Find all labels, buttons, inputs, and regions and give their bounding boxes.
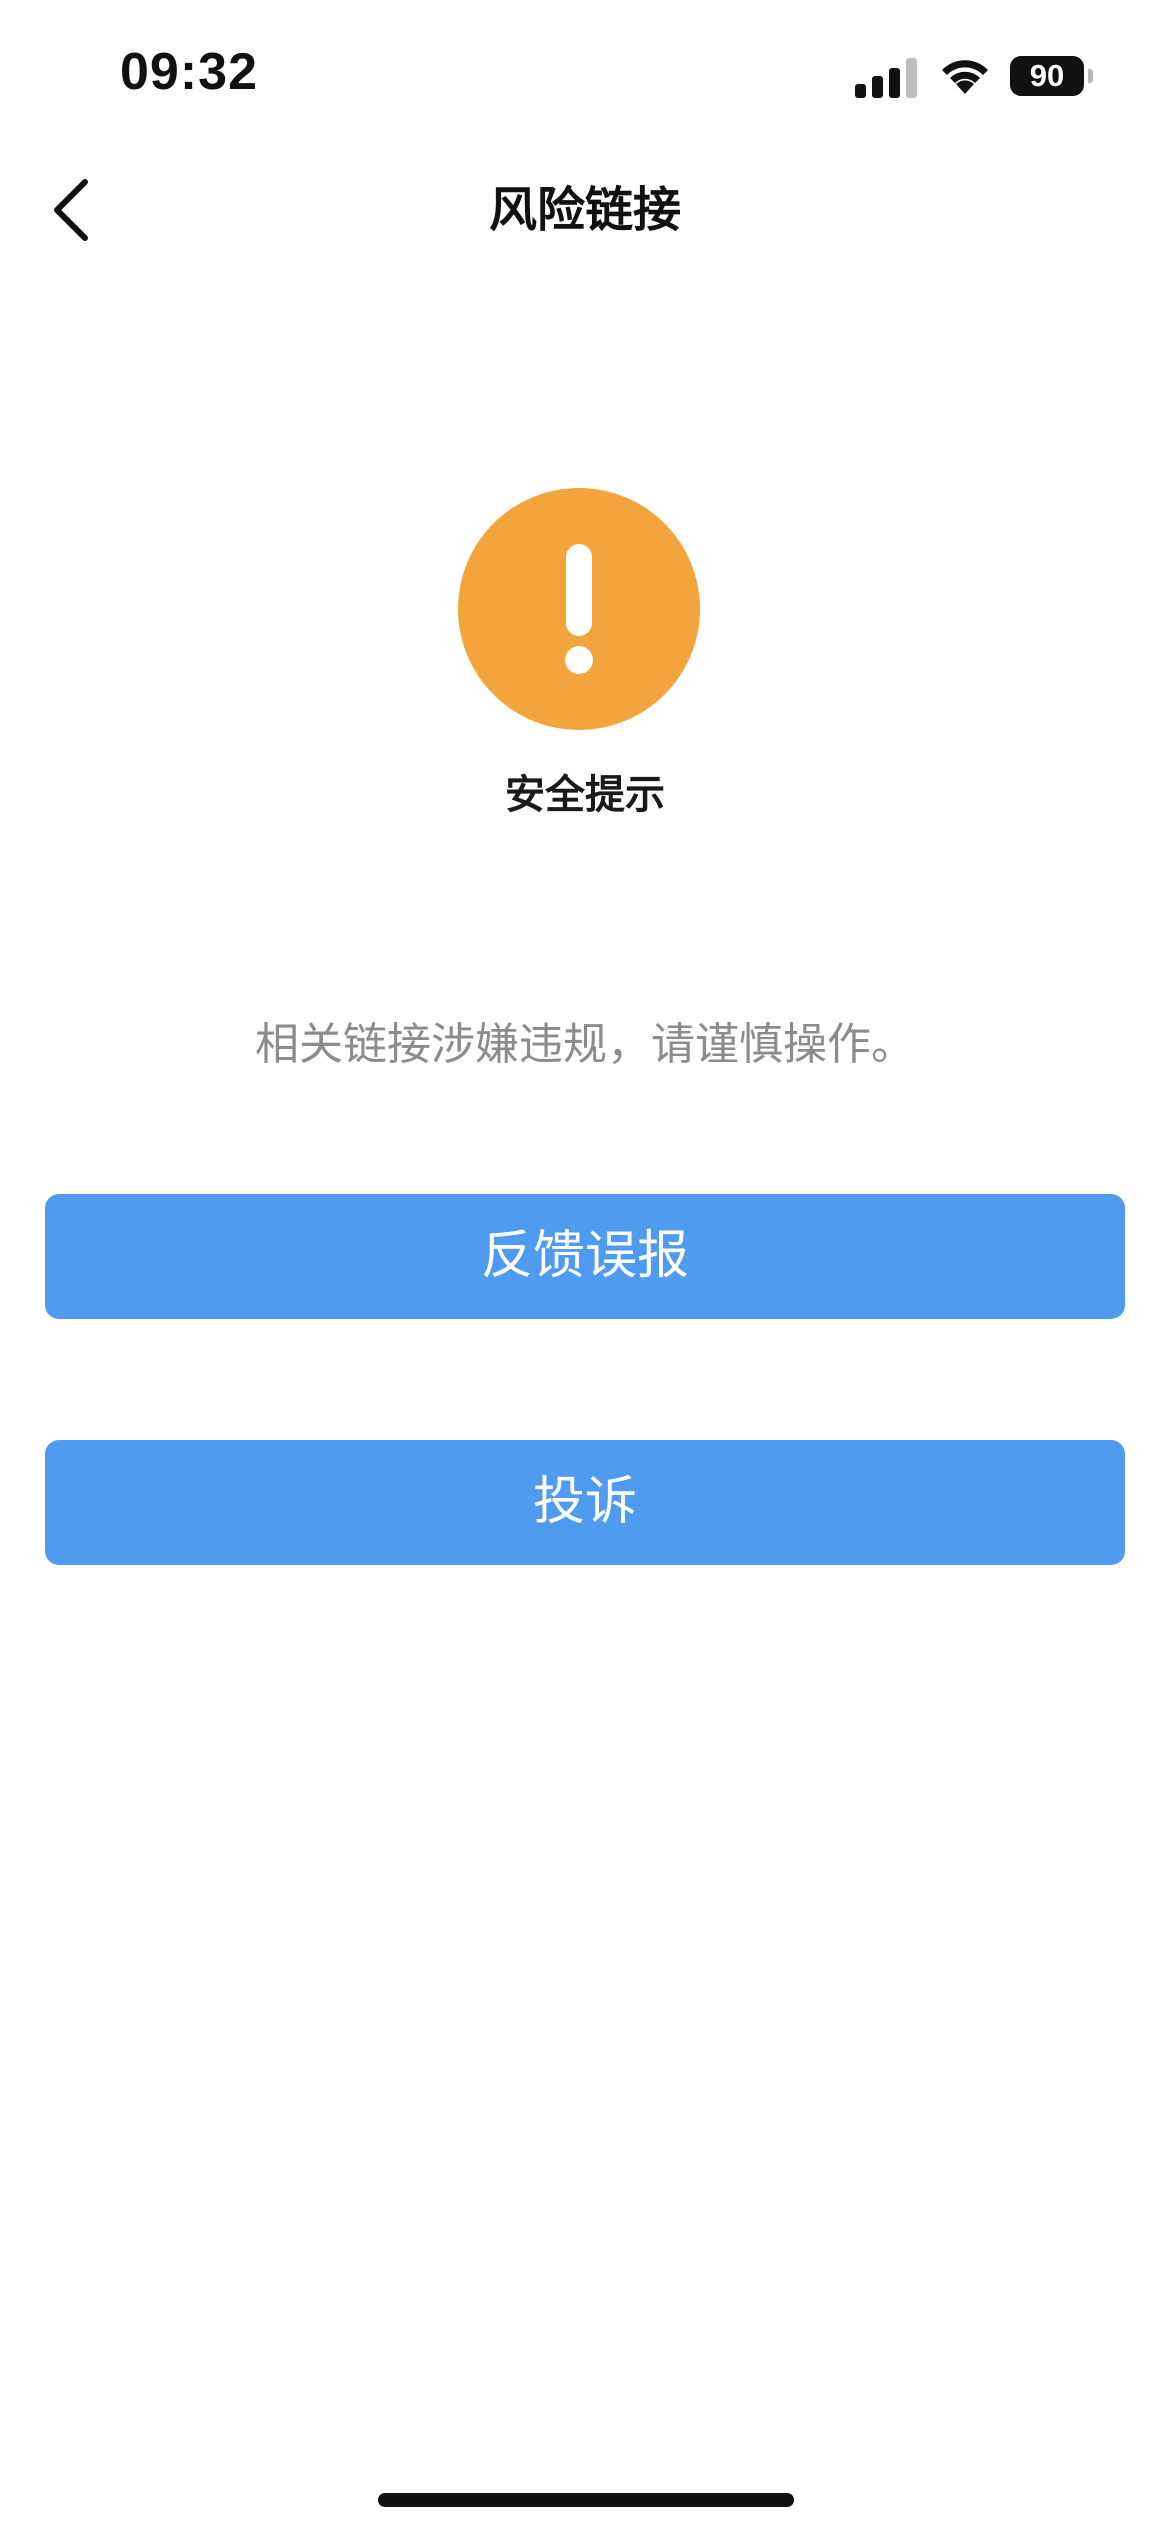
signal-icon	[855, 58, 917, 98]
battery-icon: 90	[1010, 56, 1094, 96]
wifi-icon	[942, 60, 988, 94]
home-indicator	[378, 2493, 794, 2507]
status-time: 09:32	[120, 43, 258, 101]
status-bar: 09:32 90	[0, 0, 1170, 150]
complaint-button[interactable]: 投诉	[45, 1440, 1125, 1565]
battery-tip	[1088, 69, 1093, 83]
warning-title: 安全提示	[505, 772, 665, 818]
report-false-positive-button[interactable]: 反馈误报	[45, 1194, 1125, 1319]
exclamation-warning-icon	[458, 488, 700, 730]
page-title: 风险链接	[488, 182, 681, 238]
battery-level: 90	[1010, 56, 1084, 96]
warning-message: 相关链接涉嫌违规，请谨慎操作。	[255, 1019, 915, 1070]
nav-bar: 风险链接	[0, 150, 1170, 270]
